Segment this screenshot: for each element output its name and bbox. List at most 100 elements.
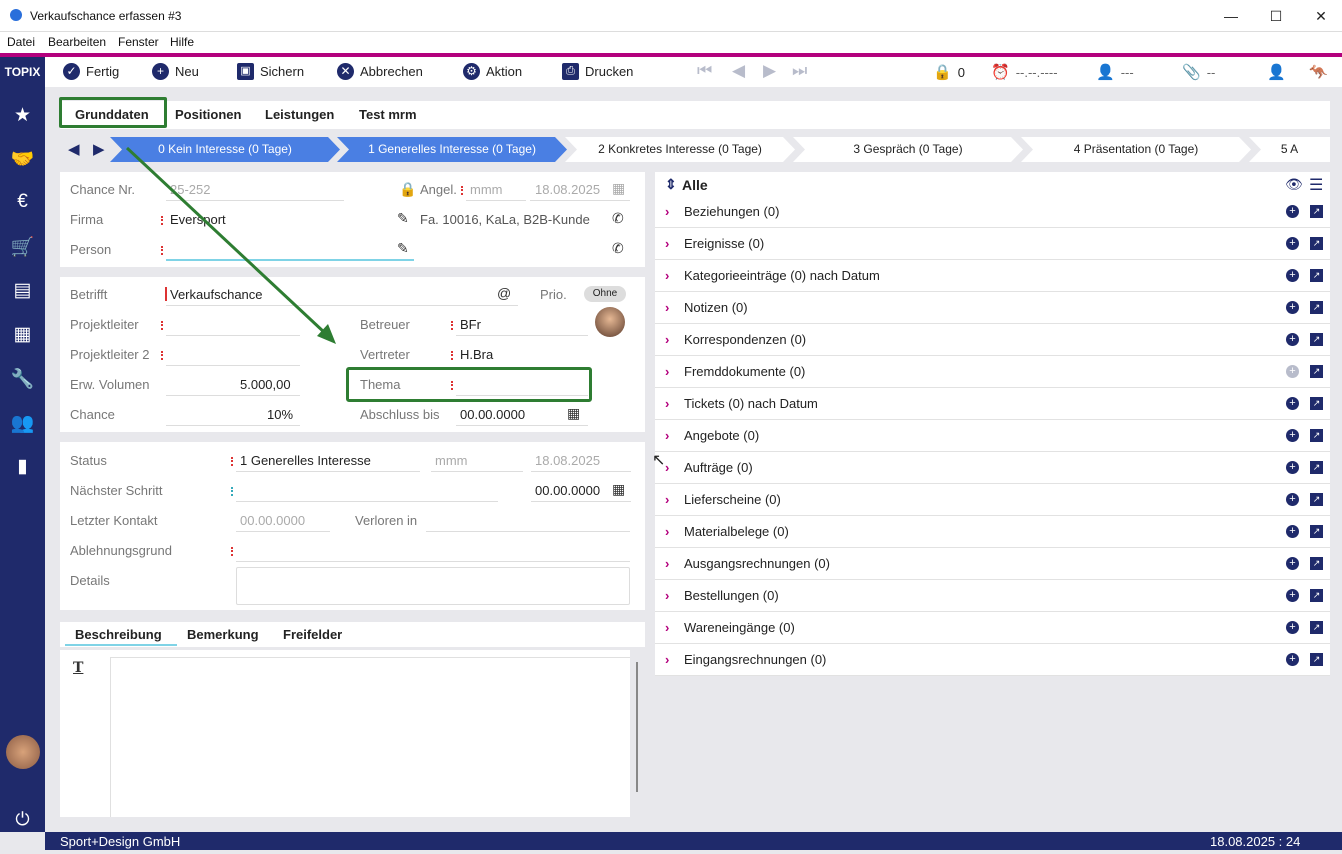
- step-prev-icon[interactable]: ◀: [68, 140, 80, 158]
- chevron-right-icon[interactable]: ›: [665, 556, 669, 571]
- add-icon[interactable]: +: [1286, 365, 1299, 378]
- prev-record-icon[interactable]: ◀: [732, 61, 745, 81]
- prio-toggle[interactable]: Ohne: [584, 286, 626, 302]
- chance-nr-field[interactable]: 25-252: [170, 182, 210, 197]
- invoice-icon[interactable]: €: [0, 191, 45, 213]
- chevron-right-icon[interactable]: ›: [665, 524, 669, 539]
- add-icon[interactable]: +: [1286, 397, 1299, 410]
- add-icon[interactable]: +: [1286, 301, 1299, 314]
- tab-test-mrm[interactable]: Test mrm: [359, 107, 417, 122]
- open-external-icon[interactable]: ↗: [1310, 205, 1323, 218]
- related-row[interactable]: › Notizen (0) + ↗: [655, 292, 1330, 324]
- step-2[interactable]: 2 Konkretes Interesse (0 Tage): [565, 137, 795, 162]
- chevron-right-icon[interactable]: ›: [665, 236, 669, 251]
- tab-freifelder[interactable]: Freifelder: [283, 627, 342, 642]
- sichern-button[interactable]: ▣ Sichern: [237, 63, 304, 80]
- handshake-icon[interactable]: 🤝: [0, 147, 45, 171]
- chevron-right-icon[interactable]: ›: [665, 652, 669, 667]
- editor-scrollbar[interactable]: [636, 662, 638, 792]
- chance-percent-field[interactable]: 10%: [267, 407, 293, 422]
- tab-bemerkung[interactable]: Bemerkung: [187, 627, 259, 642]
- add-icon[interactable]: +: [1286, 557, 1299, 570]
- chevron-right-icon[interactable]: ›: [665, 396, 669, 411]
- add-icon[interactable]: +: [1286, 429, 1299, 442]
- menu-hilfe[interactable]: Hilfe: [170, 35, 194, 49]
- step-1[interactable]: 1 Generelles Interesse (0 Tage): [337, 137, 567, 162]
- angel-date-field[interactable]: 18.08.2025: [535, 182, 600, 197]
- related-row[interactable]: › Tickets (0) nach Datum + ↗: [655, 388, 1330, 420]
- related-row[interactable]: › Ereignisse (0) + ↗: [655, 228, 1330, 260]
- box-icon[interactable]: ▦: [0, 323, 45, 346]
- open-external-icon[interactable]: ↗: [1310, 621, 1323, 634]
- step-3[interactable]: 3 Gespräch (0 Tage): [793, 137, 1023, 162]
- add-icon[interactable]: +: [1286, 205, 1299, 218]
- firma-field[interactable]: Eversport: [170, 212, 226, 227]
- open-external-icon[interactable]: ↗: [1310, 429, 1323, 442]
- open-external-icon[interactable]: ↗: [1310, 365, 1323, 378]
- chevron-right-icon[interactable]: ›: [665, 588, 669, 603]
- menu-fenster[interactable]: Fenster: [118, 35, 159, 49]
- chevron-right-icon[interactable]: ›: [665, 428, 669, 443]
- people-icon[interactable]: 👥: [0, 411, 45, 435]
- close-button[interactable]: ✕: [1298, 4, 1342, 28]
- related-row[interactable]: › Bestellungen (0) + ↗: [655, 580, 1330, 612]
- contact-icon[interactable]: 👤: [1267, 63, 1286, 81]
- chevron-right-icon[interactable]: ›: [665, 204, 669, 219]
- open-external-icon[interactable]: ↗: [1310, 653, 1323, 666]
- vertreter-field[interactable]: H.Bra: [460, 347, 493, 362]
- add-icon[interactable]: +: [1286, 461, 1299, 474]
- drucken-button[interactable]: ⎙ Drucken: [562, 63, 633, 80]
- related-row[interactable]: › Lieferscheine (0) + ↗: [655, 484, 1330, 516]
- open-external-icon[interactable]: ↗: [1310, 493, 1323, 506]
- volumen-field[interactable]: 5.000,00: [240, 377, 291, 392]
- chevron-right-icon[interactable]: ›: [665, 492, 669, 507]
- chevron-right-icon[interactable]: ›: [665, 364, 669, 379]
- add-icon[interactable]: +: [1286, 269, 1299, 282]
- step-5[interactable]: 5 A: [1249, 137, 1330, 162]
- lock-icon[interactable]: 🔒: [399, 181, 416, 198]
- phone-icon[interactable]: ✆: [612, 240, 624, 257]
- related-row[interactable]: › Materialbelege (0) + ↗: [655, 516, 1330, 548]
- chart-icon[interactable]: ▮: [0, 455, 45, 478]
- user-status[interactable]: 👤 ---: [1096, 63, 1134, 81]
- abschluss-field[interactable]: 00.00.0000: [460, 407, 525, 422]
- related-row[interactable]: › Fremddokumente (0) + ↗: [655, 356, 1330, 388]
- calendar-icon[interactable]: ▦: [612, 180, 625, 197]
- add-icon[interactable]: +: [1286, 589, 1299, 602]
- add-icon[interactable]: +: [1286, 237, 1299, 250]
- open-external-icon[interactable]: ↗: [1310, 557, 1323, 570]
- add-icon[interactable]: +: [1286, 653, 1299, 666]
- user-avatar[interactable]: [6, 735, 40, 769]
- add-icon[interactable]: +: [1286, 621, 1299, 634]
- menu-datei[interactable]: Datei: [7, 35, 35, 49]
- related-row[interactable]: › Kategorieeinträge (0) nach Datum + ↗: [655, 260, 1330, 292]
- collapse-toggle-icon[interactable]: ⇕: [665, 176, 677, 193]
- attachment-status[interactable]: 📎 --: [1182, 63, 1215, 81]
- power-icon[interactable]: ⏻: [0, 809, 45, 830]
- edit-pencil-icon[interactable]: ✎: [397, 210, 409, 227]
- related-row[interactable]: › Ausgangsrechnungen (0) + ↗: [655, 548, 1330, 580]
- fertig-button[interactable]: ✓ Fertig: [63, 63, 119, 80]
- abbrechen-button[interactable]: ✕ Abbrechen: [337, 63, 423, 80]
- alarm-status[interactable]: ⏰ --.--.----: [991, 63, 1058, 81]
- related-row[interactable]: › Beziehungen (0) + ↗: [655, 196, 1330, 228]
- step-0[interactable]: 0 Kein Interesse (0 Tage): [110, 137, 340, 162]
- betrifft-field[interactable]: Verkaufschance: [170, 287, 263, 302]
- first-record-icon[interactable]: ⏮: [697, 61, 712, 81]
- description-editor[interactable]: [110, 657, 630, 817]
- wrench-icon[interactable]: 🔧: [0, 367, 45, 391]
- at-icon[interactable]: @: [497, 285, 511, 301]
- aktion-button[interactable]: ⚙ Aktion: [463, 63, 522, 80]
- next-step-date-field[interactable]: 00.00.0000: [535, 483, 600, 498]
- open-external-icon[interactable]: ↗: [1310, 525, 1323, 538]
- calendar-icon[interactable]: ▦: [612, 481, 625, 498]
- last-record-icon[interactable]: ⏭: [792, 61, 807, 81]
- angel-user-field[interactable]: mmm: [470, 182, 503, 197]
- chevron-right-icon[interactable]: ›: [665, 620, 669, 635]
- tab-beschreibung[interactable]: Beschreibung: [75, 627, 162, 642]
- related-row[interactable]: › Eingangsrechnungen (0) + ↗: [655, 644, 1330, 676]
- chevron-right-icon[interactable]: ›: [665, 268, 669, 283]
- minimize-button[interactable]: —: [1208, 4, 1254, 28]
- add-icon[interactable]: +: [1286, 525, 1299, 538]
- betreuer-field[interactable]: BFr: [460, 317, 481, 332]
